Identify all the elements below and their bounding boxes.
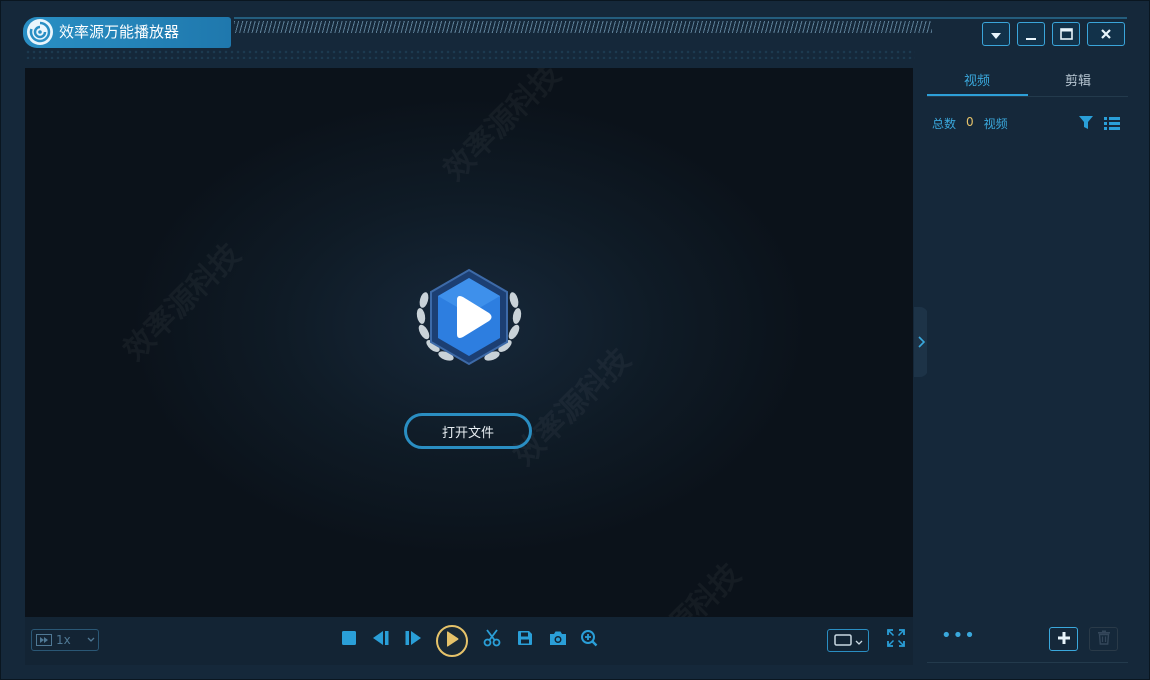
video-count: 总数 0 视频 bbox=[932, 115, 1008, 132]
app-logo-icon bbox=[27, 19, 53, 45]
total-unit: 视频 bbox=[983, 117, 1008, 131]
zoom-button[interactable] bbox=[578, 629, 600, 651]
tab-video[interactable]: 视频 bbox=[927, 72, 1027, 96]
save-icon bbox=[517, 630, 533, 650]
filter-icon[interactable] bbox=[1078, 115, 1094, 134]
fullscreen-button[interactable] bbox=[885, 629, 907, 651]
cut-icon bbox=[483, 629, 501, 651]
chevron-down-icon bbox=[855, 631, 863, 650]
more-options-button[interactable]: ••• bbox=[941, 627, 976, 645]
caret-down-icon bbox=[990, 25, 1002, 44]
play-icon bbox=[445, 631, 459, 651]
trash-icon bbox=[1097, 630, 1111, 649]
speed-value: 1x bbox=[56, 633, 71, 647]
next-frame-icon bbox=[404, 630, 422, 650]
tab-clip[interactable]: 剪辑 bbox=[1028, 72, 1128, 96]
aspect-ratio-select[interactable] bbox=[827, 629, 869, 652]
open-file-button[interactable]: 打开文件 bbox=[404, 413, 532, 449]
minimize-button[interactable] bbox=[1017, 22, 1045, 46]
add-button[interactable] bbox=[1049, 627, 1078, 651]
watermark: 效率源科技 bbox=[111, 231, 248, 368]
panel-footer-divider bbox=[927, 662, 1128, 663]
maximize-icon bbox=[1059, 25, 1073, 44]
title-bar[interactable]: 效率源万能播放器 bbox=[1, 1, 1149, 63]
panel-toggle-button[interactable] bbox=[914, 307, 928, 377]
next-frame-button[interactable] bbox=[402, 629, 424, 651]
close-button[interactable] bbox=[1087, 22, 1125, 46]
player-logo-icon bbox=[407, 266, 531, 376]
save-button[interactable] bbox=[514, 629, 536, 651]
screenshot-icon bbox=[549, 630, 567, 650]
control-bar: 1x bbox=[25, 617, 913, 665]
title-dot-pattern bbox=[25, 49, 915, 59]
play-button[interactable] bbox=[436, 625, 468, 657]
app-title: 效率源万能播放器 bbox=[59, 23, 180, 41]
title-divider bbox=[234, 17, 1127, 19]
speed-icon bbox=[36, 634, 52, 646]
stop-button[interactable] bbox=[338, 629, 360, 651]
close-icon bbox=[1100, 25, 1112, 44]
title-decoration bbox=[234, 21, 932, 33]
speed-select[interactable]: 1x bbox=[31, 629, 99, 651]
previous-frame-button[interactable] bbox=[370, 629, 392, 651]
cut-button[interactable] bbox=[481, 629, 503, 651]
video-area[interactable]: 效率源科技 效率源科技 效率源科技 效率源科技 bbox=[25, 68, 913, 617]
screenshot-button[interactable] bbox=[547, 629, 569, 651]
title-badge: 效率源万能播放器 bbox=[23, 17, 231, 48]
stop-icon bbox=[341, 630, 357, 650]
zoom-icon bbox=[580, 629, 598, 651]
menu-button[interactable] bbox=[982, 22, 1010, 46]
delete-button[interactable] bbox=[1089, 627, 1118, 651]
aspect-ratio-icon bbox=[833, 631, 852, 650]
chevron-down-icon bbox=[87, 637, 95, 643]
fullscreen-icon bbox=[887, 629, 905, 651]
watermark: 效率源科技 bbox=[431, 68, 568, 189]
minimize-icon bbox=[1025, 25, 1037, 44]
list-view-icon[interactable] bbox=[1104, 115, 1120, 134]
chevron-right-icon bbox=[917, 333, 925, 352]
total-count: 0 bbox=[966, 115, 974, 129]
maximize-button[interactable] bbox=[1052, 22, 1080, 46]
active-tab-indicator bbox=[927, 94, 1028, 96]
watermark: 效率源科技 bbox=[611, 551, 748, 617]
player-window: 效率源万能播放器 效率源科技 效率源科技 效率源科技 效率 bbox=[0, 0, 1150, 680]
total-label: 总数 bbox=[932, 117, 957, 131]
plus-icon bbox=[1057, 630, 1071, 649]
side-panel: 视频 剪辑 总数 0 视频 ••• bbox=[927, 68, 1128, 665]
tab-divider bbox=[927, 96, 1128, 97]
previous-frame-icon bbox=[372, 630, 390, 650]
